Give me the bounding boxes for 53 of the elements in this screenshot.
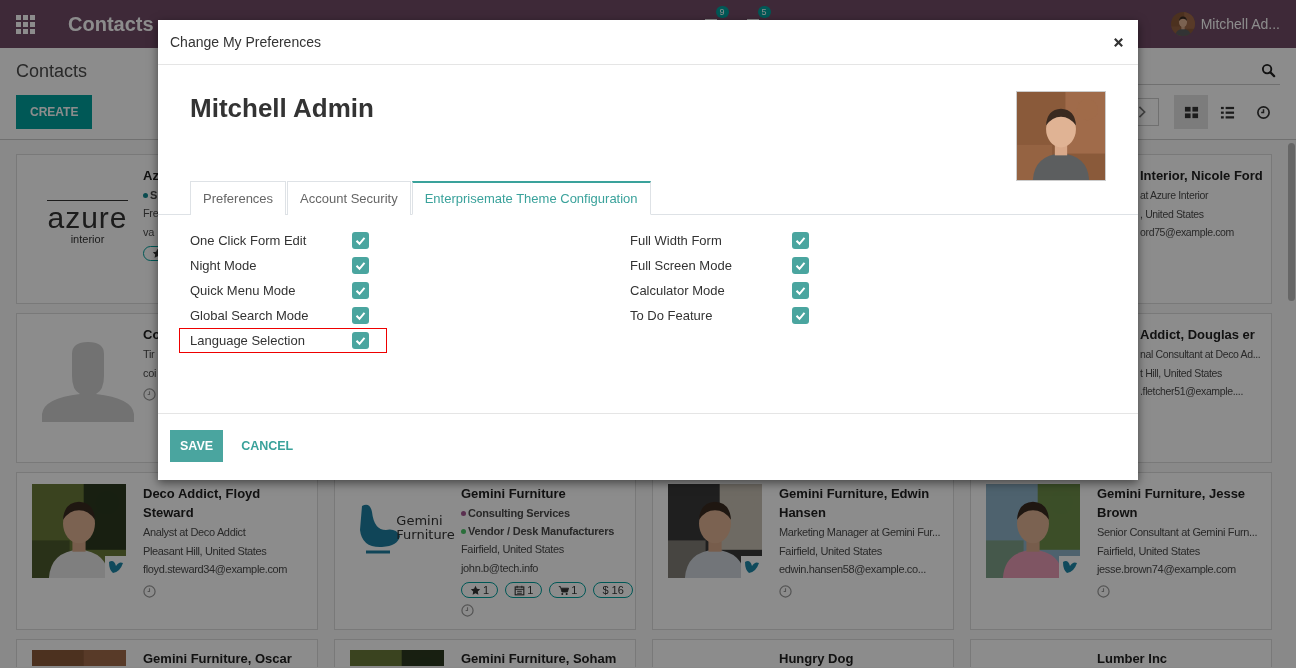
contact-name: Deco Addict, Floyd Steward	[143, 485, 262, 522]
contact-detail: john.b@tech.info	[461, 560, 539, 576]
contact-detail: Fairfield, United States	[1097, 543, 1200, 559]
logo-text: Furniture	[396, 528, 455, 542]
breadcrumb: Contacts	[16, 60, 88, 83]
contact-detail: va	[143, 224, 154, 240]
setting-label: Full Screen Mode	[630, 258, 733, 273]
contact-detail: at Azure Interior	[1140, 188, 1209, 203]
contact-name: Gemini Furniture	[461, 485, 566, 503]
contact-detail: coi	[143, 365, 156, 381]
contact-name: Interior, Nicole Ford	[1140, 167, 1263, 185]
setting-label: Full Width Form	[630, 233, 723, 248]
contact-detail: Fairfield, United States	[461, 542, 564, 557]
setting-label: Quick Menu Mode	[190, 283, 297, 298]
logo-text: interior	[70, 233, 105, 245]
setting-label: To Do Feature	[630, 308, 714, 323]
setting-label: Language Selection	[190, 333, 306, 348]
contact-name: Lumber Inc	[1097, 650, 1168, 667]
contact-detail: Fre	[143, 206, 159, 221]
contact-name: Gemini Furniture, Oscar	[143, 650, 292, 667]
setting-label: Global Search Mode	[190, 308, 310, 323]
dialog-title: Change My Preferences	[170, 34, 321, 50]
logo-text: Gemini	[396, 514, 444, 528]
contact-detail: ord75@example.com	[1140, 225, 1234, 240]
logo-text: azure	[47, 203, 128, 233]
contact-detail: floyd.steward34@example.com	[143, 562, 288, 577]
counter-badge: 5	[757, 6, 771, 18]
contact-detail: jesse.brown74@example.com	[1097, 562, 1236, 577]
setting-label: Night Mode	[190, 258, 258, 273]
contact-detail: Marketing Manager at Gemini Fur...	[779, 525, 941, 540]
contact-detail: Analyst at Deco Addict	[143, 525, 246, 540]
contact-detail: Fairfield, United States	[779, 543, 882, 559]
contact-detail: Tir	[143, 347, 155, 362]
contact-name: Gemini Furniture, Soham	[461, 650, 617, 667]
category-tag: S	[150, 186, 158, 204]
contact-name: Addict, Douglas er	[1140, 326, 1255, 344]
contact-detail: edwin.hansen58@example.co...	[779, 562, 926, 577]
contact-detail: t Hill, United States	[1140, 365, 1222, 381]
contact-detail: Pleasant Hill, United States	[143, 543, 267, 559]
contact-detail: , United States	[1140, 206, 1204, 222]
contact-name: Gemini Furniture, Jesse Brown	[1097, 485, 1247, 522]
setting-label: Calculator Mode	[630, 283, 726, 298]
contact-name: Gemini Furniture, Edwin Hansen	[779, 485, 931, 522]
counter-badge: 9	[715, 6, 729, 18]
contact-detail: .fletcher51@example....	[1140, 384, 1243, 399]
contact-detail: nal Consultant at Deco Ad...	[1140, 347, 1261, 362]
contact-name: Hungry Dog	[779, 650, 854, 667]
contact-detail: Senior Consultant at Gemini Furn...	[1097, 525, 1258, 540]
setting-label: One Click Form Edit	[190, 233, 308, 248]
contact-name: Az	[143, 167, 159, 185]
category-tag: Vendor / Desk Manufacturers	[468, 522, 615, 540]
user-name: Mitchell Admin	[190, 93, 374, 124]
category-tag: Consulting Services	[468, 504, 570, 522]
